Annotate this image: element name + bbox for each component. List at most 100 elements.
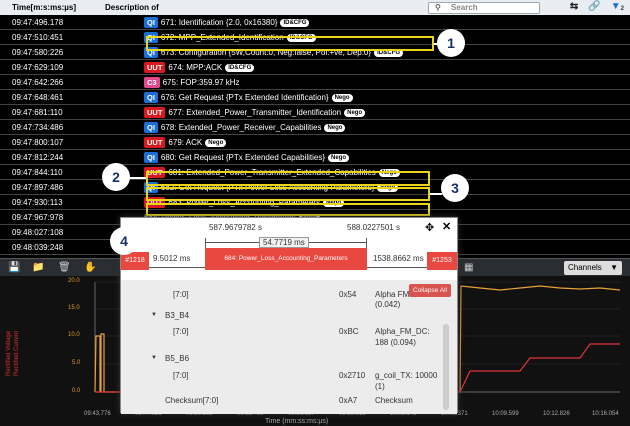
field-group: B5_B6 bbox=[165, 354, 190, 363]
table-row[interactable]: 09:47:800:107 UUT 679: ACK Nego bbox=[0, 135, 630, 150]
highlight-box-2 bbox=[146, 171, 430, 186]
scrollbar[interactable] bbox=[443, 324, 449, 410]
callout-3: 3 bbox=[441, 174, 469, 202]
expand-icon[interactable]: ⇆ bbox=[570, 1, 578, 12]
field-desc-2: 188 (0.094) bbox=[375, 338, 416, 347]
delete-icon[interactable]: 🗑 bbox=[58, 262, 71, 273]
row-description: C3 675: FOP:359.97 kHz bbox=[144, 76, 240, 89]
row-description: QI 676: Get Request {PTx Extended Identif… bbox=[144, 91, 353, 104]
gap-right-line bbox=[367, 267, 427, 268]
direction-tag: UUT bbox=[144, 137, 166, 148]
phase-badge: Nego bbox=[324, 123, 346, 132]
collapse-all-button[interactable]: Collapse All bbox=[409, 284, 451, 297]
field-hex: 0x2710 bbox=[339, 371, 366, 380]
y-axis-label-voltage: Rectified Voltage bbox=[6, 330, 12, 376]
row-description: QI 680: Get Request {PTx Extended Capabil… bbox=[144, 151, 350, 164]
row-time: 09:47:930:113 bbox=[12, 198, 63, 207]
row-description: UUT 679: ACK Nego bbox=[144, 136, 227, 149]
close-icon[interactable]: ✕ bbox=[442, 220, 451, 233]
callout-line-2 bbox=[130, 177, 146, 179]
row-time: 09:47:510:451 bbox=[12, 33, 64, 42]
current-packet-label: 684: Power_Loss_Accounting_Parameters bbox=[224, 255, 348, 262]
y-tick: 5.0 bbox=[72, 360, 81, 366]
gap-right: 1538.8662 ms bbox=[373, 254, 424, 263]
row-time: 09:47:734:486 bbox=[12, 123, 64, 132]
expand-icon[interactable]: ▼ bbox=[151, 312, 157, 318]
phase-badge: ID&CFG bbox=[280, 18, 310, 27]
highlight-box-1 bbox=[146, 36, 434, 51]
row-description: UUT 677: Extended_Power_Transmitter_Ident… bbox=[144, 106, 366, 119]
highlight-box-4 bbox=[146, 203, 430, 216]
direction-tag: QI bbox=[144, 122, 158, 133]
row-text: 676: Get Request {PTx Extended Identific… bbox=[160, 93, 329, 102]
field-label: [7:0] bbox=[173, 371, 189, 380]
field-label: Checksum[7:0] bbox=[165, 396, 219, 405]
x-tick: 09:43.776 bbox=[84, 411, 111, 417]
row-text: 678: Extended_Power_Receiver_Capabilitie… bbox=[160, 123, 322, 132]
direction-tag: C3 bbox=[144, 77, 160, 88]
direction-tag: QI bbox=[144, 92, 158, 103]
y-axis-label-current: Rectified Current bbox=[14, 330, 20, 376]
row-time: 09:47:812:244 bbox=[12, 153, 64, 162]
description-column-header[interactable]: Description of bbox=[105, 3, 159, 12]
search-icon: ⚲ bbox=[435, 3, 441, 12]
filter-icon[interactable]: ▼2 bbox=[611, 1, 624, 12]
table-row[interactable]: 09:47:642:266 C3 675: FOP:359.97 kHz bbox=[0, 75, 630, 90]
field-desc: Alpha FM bbox=[375, 290, 410, 299]
row-description: QI 671: Identification {2.0, 0x16380} ID&C… bbox=[144, 16, 310, 29]
table-row[interactable]: 09:47:629:109 UUT 674: MPP:ACK ID&CFG bbox=[0, 60, 630, 75]
table-row[interactable]: 09:47:648:461 QI 676: Get Request {PTx Ext… bbox=[0, 90, 630, 105]
expand-icon[interactable]: ▼ bbox=[151, 355, 157, 361]
link-icon[interactable]: 🔗 bbox=[588, 1, 600, 12]
image-icon[interactable]: ▦ bbox=[464, 262, 473, 273]
start-time: 587.9679782 s bbox=[209, 223, 262, 232]
phase-badge: Nego bbox=[344, 108, 366, 117]
field-label: [7:0] bbox=[173, 327, 189, 336]
callout-1: 1 bbox=[437, 29, 465, 57]
phase-badge: ID&CFG bbox=[225, 63, 255, 72]
hand-icon[interactable]: ✋ bbox=[84, 262, 96, 273]
field-hex: 0xBC bbox=[339, 327, 359, 336]
row-time: 09:47:844:110 bbox=[12, 168, 63, 177]
y-tick: 15.0 bbox=[68, 305, 80, 311]
row-time: 09:47:681:110 bbox=[12, 108, 63, 117]
row-time: 09:47:800:107 bbox=[12, 138, 64, 147]
row-time: 09:47:496.178 bbox=[12, 18, 64, 27]
callout-line-3 bbox=[430, 193, 442, 195]
packet-detail-popup[interactable]: 587.9679782 s 588.0227501 s ✥ ✕ 54.7719 … bbox=[120, 217, 458, 414]
search-placeholder: Search bbox=[451, 3, 478, 12]
row-time: 09:47:648:461 bbox=[12, 93, 64, 102]
x-axis-title: Time (mm:ss:ms:µs) bbox=[265, 418, 329, 425]
search-input[interactable]: ⚲ Search bbox=[428, 2, 540, 14]
field-hex: 0x54 bbox=[339, 290, 357, 299]
field-label: [7:0] bbox=[173, 290, 189, 299]
table-row[interactable]: 09:47:496.178 QI 671: Identification {2.0,… bbox=[0, 15, 630, 30]
packet-timeline: 587.9679782 s 588.0227501 s ✥ ✕ 54.7719 … bbox=[121, 218, 457, 280]
packet-fields[interactable]: Collapse All [7:0] 0x54 Alpha FM (0.042)… bbox=[121, 280, 457, 414]
row-description: UUT 674: MPP:ACK ID&CFG bbox=[144, 61, 255, 74]
direction-tag: QI bbox=[144, 17, 158, 28]
move-icon[interactable]: ✥ bbox=[425, 221, 434, 234]
save-icon[interactable]: 💾 bbox=[8, 262, 20, 273]
next-packet-box[interactable]: #1253 bbox=[427, 252, 457, 270]
row-text: 671: Identification {2.0, 0x16380} bbox=[160, 18, 278, 27]
current-packet-box[interactable]: 684: Power_Loss_Accounting_Parameters bbox=[205, 248, 367, 270]
row-description: QI 678: Extended_Power_Receiver_Capabilit… bbox=[144, 121, 346, 134]
callout-4: 4 bbox=[110, 227, 138, 255]
folder-icon[interactable]: 📁 bbox=[32, 262, 44, 273]
table-row[interactable]: 09:47:812:244 QI 680: Get Request {PTx Ext… bbox=[0, 150, 630, 165]
table-row[interactable]: 09:47:734:486 QI 678: Extended_Power_Recei… bbox=[0, 120, 630, 135]
time-column-header[interactable]: Time[m:s:ms:µs] bbox=[12, 3, 76, 12]
chevron-down-icon: ▼ bbox=[610, 263, 618, 272]
channels-dropdown[interactable]: Channels ▼ bbox=[564, 261, 622, 275]
table-row[interactable]: 09:47:681:110 UUT 677: Extended_Power_Tran… bbox=[0, 105, 630, 120]
next-packet-id: #1253 bbox=[432, 257, 452, 264]
x-tick: 10:12.826 bbox=[543, 411, 570, 417]
field-desc: Checksum bbox=[375, 396, 413, 405]
duration-label: 54.7719 ms bbox=[259, 237, 309, 248]
highlight-box-3 bbox=[146, 187, 430, 201]
y-tick: 20.0 bbox=[68, 278, 80, 284]
row-text: 679: ACK bbox=[168, 138, 203, 147]
field-group: B3_B4 bbox=[165, 311, 190, 320]
phase-badge: Nego bbox=[328, 153, 350, 162]
